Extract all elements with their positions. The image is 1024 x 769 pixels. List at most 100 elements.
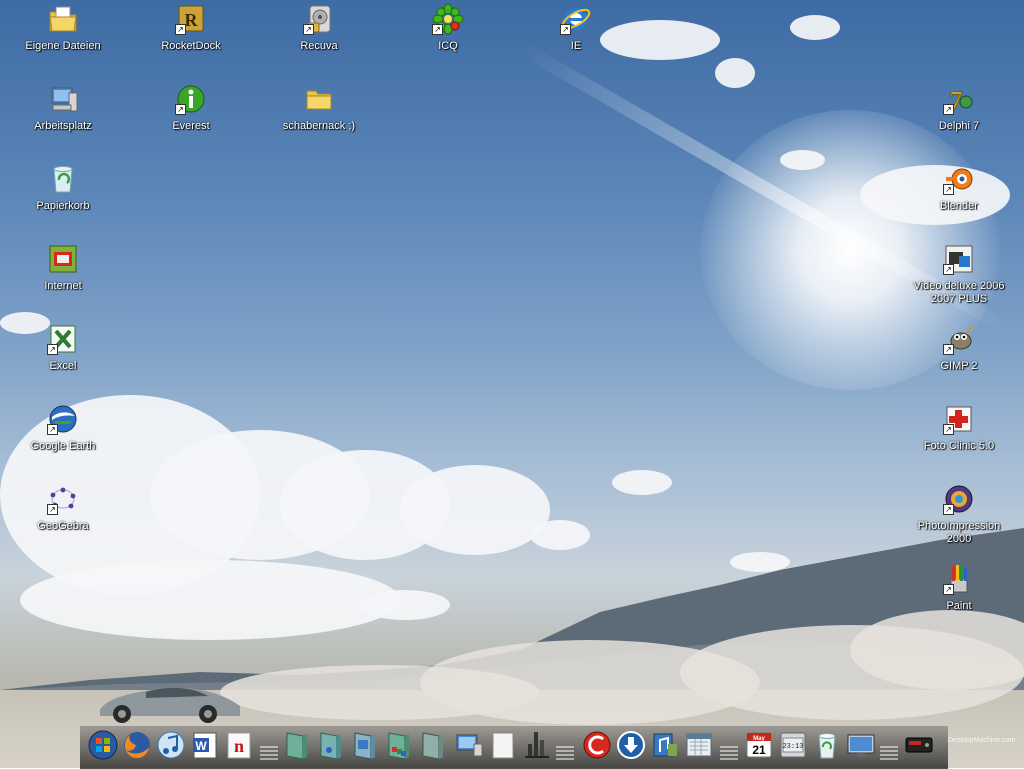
shortcut-arrow-icon: ↗ [175,24,186,35]
dock-item-word[interactable]: W [190,730,220,760]
desktop-icon-gimp-2[interactable]: ↗ GIMP 2 [904,323,1014,373]
shortcut-arrow-icon: ↗ [943,504,954,515]
svg-text:n: n [234,736,244,756]
desktop-icon-paint[interactable]: ↗ Paint [904,563,1014,613]
folder-icon [306,90,332,110]
sports-car [100,687,240,723]
download-arrow-icon [617,731,645,759]
nero-icon: n [227,732,251,759]
desktop-icon-photoimpression[interactable]: ↗ PhotoImpression 2000 [904,483,1014,546]
dock-item-monitor[interactable] [846,730,876,760]
shortcut-arrow-icon: ↗ [943,424,954,435]
dock-separator [556,744,574,760]
dock-item-clock[interactable]: 23:13 [778,730,808,760]
desktop-icon-label: Google Earth [30,440,96,452]
shortcut-arrow-icon: ↗ [175,104,186,115]
dock-item-dvd-player[interactable] [904,730,934,760]
dock-item-network-computer[interactable] [454,730,484,760]
shortcut-arrow-icon: ↗ [943,264,954,275]
book-green-icon [286,732,307,760]
cleaner-icon [583,731,611,759]
svg-text:R: R [185,10,199,30]
desktop-icon-label: Blender [940,200,978,212]
desktop-icon-foto-clinic[interactable]: ↗ Foto Clinic 5.0 [904,403,1014,453]
desktop-icon-eigene-dateien[interactable]: Eigene Dateien [8,3,118,53]
recycle-bin-icon [53,166,73,193]
shortcut-arrow-icon: ↗ [943,344,954,355]
desktop-icon-ie[interactable]: ↗ IE [521,3,631,53]
wallpaper-watermark: DesktopMachine.com [948,737,1016,744]
desktop-icon-rocketdock[interactable]: R ↗ RocketDock [136,3,246,53]
desktop-icon-schabernack[interactable]: schabernack ;) [264,83,374,133]
shortcut-arrow-icon: ↗ [943,104,954,115]
desktop-icon-papierkorb[interactable]: Papierkorb [8,163,118,213]
dock-item-calendar-folder[interactable] [684,730,714,760]
desktop-icon-label: PhotoImpression 2000 [917,520,1001,545]
dock-item-cleaner[interactable] [582,730,612,760]
desktop-icon-label: Delphi 7 [938,120,980,132]
dock-item-book-gray[interactable] [418,730,448,760]
clock-time: 23:13 [782,743,803,751]
desktop-icon-everest[interactable]: ↗ Everest [136,83,246,133]
computer-icon [51,87,78,112]
desktop-icon-label: ICQ [438,40,458,52]
firefox-icon [124,732,150,759]
shortcut-arrow-icon: ↗ [303,24,314,35]
dvd-player-icon [905,737,933,753]
dock-item-start[interactable] [88,730,118,760]
dock-item-blank-document[interactable] [488,730,518,760]
book-colors-icon [388,732,409,760]
dock-item-book-green[interactable] [282,730,312,760]
shortcut-arrow-icon: ↗ [943,184,954,195]
monitor-icon [847,734,875,757]
desktop-icon-label: schabernack ;) [282,120,356,132]
dock-item-book-photo[interactable] [350,730,380,760]
shortcut-arrow-icon: ↗ [943,584,954,595]
dock-item-book-colors[interactable] [384,730,414,760]
desktop-icon-label: RocketDock [161,40,221,52]
desktop-icon-label: Recuva [300,40,338,52]
network-computer-icon [456,734,483,757]
internet-app-icon [49,245,77,273]
desktop-icon-label: Arbeitsplatz [34,120,92,132]
chart-tool-icon [525,732,549,758]
desktop-icon-google-earth[interactable]: ↗ Google Earth [8,403,118,453]
desktop-icon-label: Everest [172,120,210,132]
shortcut-arrow-icon: ↗ [47,344,58,355]
desktop-icon-label: Video deluxe 2006 2007 PLUS [913,280,1005,305]
calendar-icon: May 21 [746,732,772,758]
desktop-icon-icq[interactable]: ↗ ICQ [393,3,503,53]
desktop-icon-label: Internet [44,280,82,292]
dock-item-chart-tool[interactable] [522,730,552,760]
book-photo-icon [354,732,375,760]
calendar-folder-icon [686,733,712,757]
dock-item-firefox[interactable] [122,730,152,760]
shortcut-arrow-icon: ↗ [560,24,571,35]
dock-item-book-blue[interactable] [316,730,346,760]
desktop-icon-label: GeoGebra [37,520,89,532]
book-gray-icon [422,732,443,760]
desktop-icon-recuva[interactable]: ↗ Recuva [264,3,374,53]
desktop-icon-internet[interactable]: Internet [8,243,118,293]
desktop-icon-geogebra[interactable]: ↗ GeoGebra [8,483,118,533]
dock-item-itunes[interactable] [156,730,186,760]
dock-item-recycle-bin[interactable] [812,730,842,760]
desktop-icon-excel[interactable]: ↗ Excel [8,323,118,373]
desktop-icon-label: Paint [946,600,972,612]
dock-item-download[interactable] [616,730,646,760]
dock-item-music-files[interactable] [650,730,680,760]
desktop-icon-delphi-7[interactable]: 7 ↗ Delphi 7 [904,83,1014,133]
desktop-icon-label: GIMP 2 [940,360,978,372]
word-icon: W [193,732,217,759]
recycle-bin-icon [818,733,836,759]
dock-separator [880,744,898,760]
desktop-icon-blender[interactable]: ↗ Blender [904,163,1014,213]
desktop-icon-label: Papierkorb [36,200,90,212]
dock-item-calendar[interactable]: May 21 [744,730,774,760]
shortcut-arrow-icon: ↗ [47,504,58,515]
desktop-icon-video-deluxe[interactable]: ↗ Video deluxe 2006 2007 PLUS [904,243,1014,306]
dock-item-nero[interactable]: n [224,730,254,760]
documents-folder-icon [49,6,77,32]
desktop-icon-arbeitsplatz[interactable]: Arbeitsplatz [8,83,118,133]
music-files-icon [653,733,677,757]
